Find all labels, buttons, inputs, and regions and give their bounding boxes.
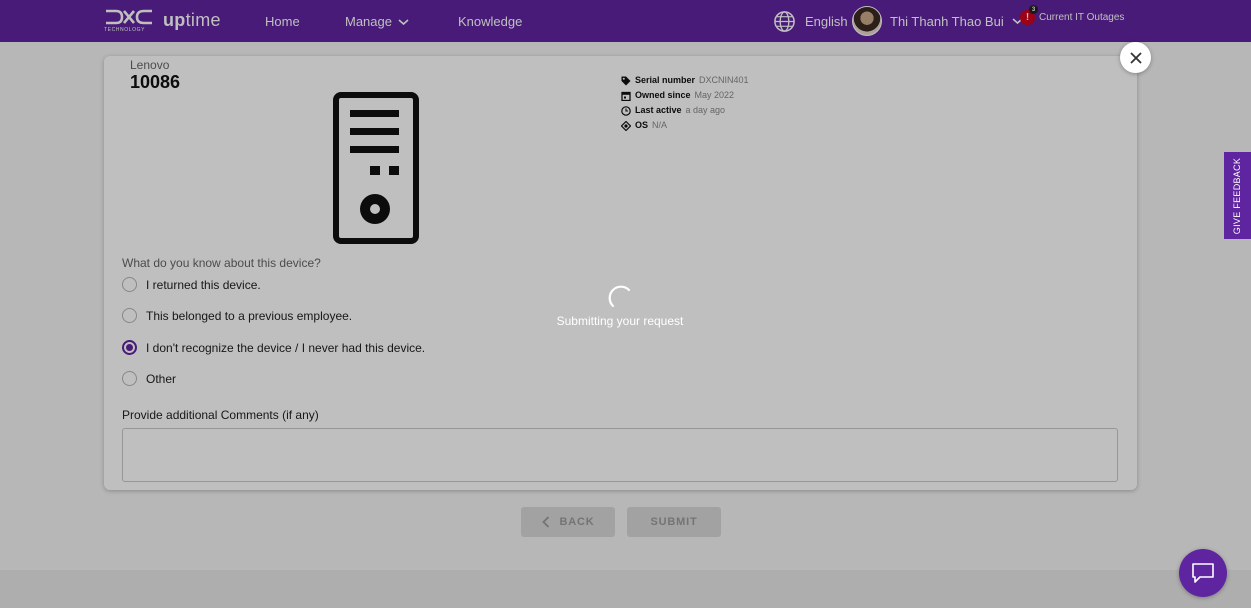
chat-icon [1192,563,1214,583]
give-feedback-tab[interactable]: GIVE FEEDBACK [1224,152,1251,239]
loading-message: Submitting your request [556,314,684,328]
close-icon [1129,51,1142,64]
close-button[interactable] [1120,42,1151,73]
chat-button[interactable] [1179,549,1227,597]
loading-indicator: Submitting your request [540,284,700,328]
spinner-icon [608,285,631,308]
feedback-label: GIVE FEEDBACK [1232,157,1243,234]
